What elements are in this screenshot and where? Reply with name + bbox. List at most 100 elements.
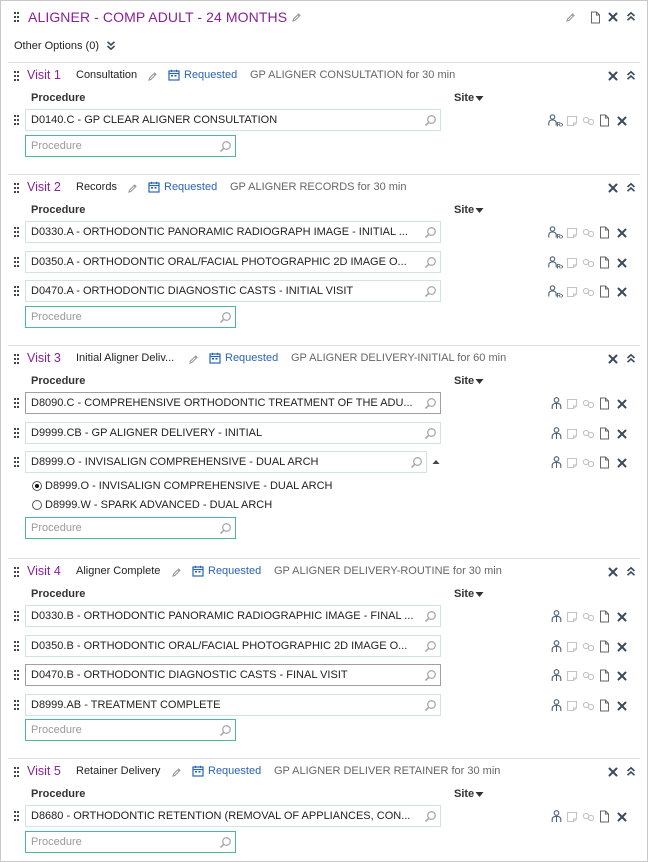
remove-procedure-close-icon[interactable] xyxy=(617,399,627,409)
remove-procedure-close-icon[interactable] xyxy=(617,671,627,681)
provider-person-icon[interactable] xyxy=(551,639,562,653)
add-procedure-input[interactable]: Procedure xyxy=(25,516,236,539)
site-sort-caret-icon[interactable] xyxy=(475,378,484,385)
add-procedure-input[interactable]: Procedure xyxy=(25,134,236,157)
provider-person-icon[interactable] xyxy=(551,810,562,823)
procedure-field[interactable]: D0330.B - ORTHODONTIC PANORAMIC RADIOGRA… xyxy=(25,605,441,627)
remove-procedure-close-icon[interactable] xyxy=(617,642,627,652)
remove-procedure-close-icon[interactable] xyxy=(617,458,627,468)
document-icon[interactable] xyxy=(599,226,610,239)
drag-handle-icon[interactable] xyxy=(14,611,19,621)
delete-visit-close-icon[interactable] xyxy=(608,71,618,81)
provider-rx-icon[interactable]: Rx xyxy=(548,285,563,298)
drag-handle-icon[interactable] xyxy=(14,115,19,125)
search-magnifier-icon[interactable] xyxy=(424,699,437,712)
visit-number[interactable]: Visit 4 xyxy=(27,564,61,578)
drag-handle-icon[interactable] xyxy=(14,457,19,467)
drag-handle-icon[interactable] xyxy=(14,670,19,680)
search-magnifier-icon[interactable] xyxy=(410,456,423,469)
drag-handle-icon[interactable] xyxy=(14,699,19,710)
drag-handle-icon[interactable] xyxy=(14,811,19,821)
site-column-label[interactable]: Site xyxy=(454,788,474,800)
document-icon[interactable] xyxy=(599,610,610,623)
edit-visit-pencil-icon[interactable] xyxy=(126,182,138,194)
calendar-icon[interactable] xyxy=(192,765,204,777)
remove-procedure-close-icon[interactable] xyxy=(617,228,627,238)
procedure-field[interactable]: D0330.A - ORTHODONTIC PANORAMIC RADIOGRA… xyxy=(25,221,441,243)
collapse-plan-icon[interactable] xyxy=(626,11,636,22)
site-column-label[interactable]: Site xyxy=(454,204,474,216)
remove-procedure-close-icon[interactable] xyxy=(617,258,627,268)
procedure-field[interactable]: D9999.CB - GP ALIGNER DELIVERY - INITIAL xyxy=(25,421,441,444)
edit-plan-pencil-icon[interactable] xyxy=(564,11,576,23)
remove-procedure-close-icon[interactable] xyxy=(617,612,627,622)
other-options-toggle[interactable]: Other Options (0) xyxy=(14,40,99,52)
procedure-field[interactable]: D8999.O - INVISALIGN COMPREHENSIVE - DUA… xyxy=(25,451,427,473)
search-magnifier-icon[interactable] xyxy=(424,397,437,410)
visit-status-requested[interactable]: Requested xyxy=(184,69,237,81)
drag-handle-icon[interactable] xyxy=(14,640,19,651)
add-procedure-input[interactable]: Procedure xyxy=(25,305,236,328)
site-sort-caret-icon[interactable] xyxy=(475,207,484,214)
drag-handle-icon[interactable] xyxy=(14,567,19,577)
collapse-options-caret-icon[interactable] xyxy=(432,459,440,465)
site-sort-caret-icon[interactable] xyxy=(475,791,484,798)
site-column-label[interactable]: Site xyxy=(454,375,474,387)
document-icon[interactable] xyxy=(599,699,610,712)
visit-status-requested[interactable]: Requested xyxy=(208,765,261,777)
collapse-visit-icon[interactable] xyxy=(626,766,636,777)
drag-handle-icon[interactable] xyxy=(14,12,19,22)
collapse-visit-icon[interactable] xyxy=(626,70,636,81)
search-magnifier-icon[interactable] xyxy=(424,669,437,682)
drag-handle-icon[interactable] xyxy=(14,227,19,237)
drag-handle-icon[interactable] xyxy=(14,71,19,81)
document-icon[interactable] xyxy=(599,427,610,440)
add-procedure-input[interactable]: Procedure xyxy=(25,719,236,741)
search-magnifier-icon[interactable] xyxy=(424,256,437,269)
option-radio[interactable] xyxy=(32,499,42,510)
search-magnifier-icon[interactable] xyxy=(424,285,437,298)
drag-handle-icon[interactable] xyxy=(14,354,19,364)
remove-procedure-close-icon[interactable] xyxy=(617,429,627,439)
visit-status-requested[interactable]: Requested xyxy=(208,565,261,577)
drag-handle-icon[interactable] xyxy=(14,398,19,408)
calendar-icon[interactable] xyxy=(168,69,180,81)
remove-procedure-close-icon[interactable] xyxy=(617,812,627,822)
provider-person-icon[interactable] xyxy=(551,456,562,469)
procedure-option[interactable]: D8999.W - SPARK ADVANCED - DUAL ARCH xyxy=(32,499,272,511)
drag-handle-icon[interactable] xyxy=(14,767,19,777)
site-sort-caret-icon[interactable] xyxy=(475,591,484,598)
site-column-label[interactable]: Site xyxy=(454,92,474,104)
document-icon[interactable] xyxy=(599,669,610,682)
search-magnifier-icon[interactable] xyxy=(424,640,437,653)
procedure-field[interactable]: D8680 - ORTHODONTIC RETENTION (REMOVAL O… xyxy=(25,805,441,827)
provider-rx-icon[interactable]: Rx xyxy=(548,226,563,239)
search-magnifier-icon[interactable] xyxy=(219,724,232,737)
procedure-option[interactable]: D8999.O - INVISALIGN COMPREHENSIVE - DUA… xyxy=(32,480,333,492)
remove-procedure-close-icon[interactable] xyxy=(617,116,627,126)
delete-plan-close-icon[interactable] xyxy=(608,12,618,22)
remove-procedure-close-icon[interactable] xyxy=(617,701,627,711)
calendar-icon[interactable] xyxy=(209,352,221,364)
provider-rx-icon[interactable]: Rx xyxy=(548,255,563,269)
provider-person-icon[interactable] xyxy=(551,610,562,623)
provider-person-icon[interactable] xyxy=(551,669,562,682)
document-icon[interactable] xyxy=(599,285,610,298)
remove-procedure-close-icon[interactable] xyxy=(617,287,627,297)
calendar-icon[interactable] xyxy=(148,181,160,193)
edit-visit-pencil-icon[interactable] xyxy=(170,766,182,778)
visit-number[interactable]: Visit 3 xyxy=(27,351,61,365)
edit-visit-pencil-icon[interactable] xyxy=(187,353,199,365)
drag-handle-icon[interactable] xyxy=(14,427,19,438)
procedure-field[interactable]: D0470.A - ORTHODONTIC DIAGNOSTIC CASTS -… xyxy=(25,280,441,302)
provider-person-icon[interactable] xyxy=(551,426,562,440)
provider-rx-icon[interactable]: Rx xyxy=(548,114,563,127)
visit-number[interactable]: Visit 2 xyxy=(27,180,61,194)
edit-visit-pencil-icon[interactable] xyxy=(146,70,158,82)
visit-number[interactable]: Visit 5 xyxy=(27,764,61,778)
procedure-field[interactable]: D0350.B - ORTHODONTIC ORAL/FACIAL PHOTOG… xyxy=(25,634,441,657)
procedure-field[interactable]: D0140.C - GP CLEAR ALIGNER CONSULTATION xyxy=(25,109,441,131)
procedure-field[interactable]: D8090.C - COMPREHENSIVE ORTHODONTIC TREA… xyxy=(25,392,441,414)
document-icon[interactable] xyxy=(599,456,610,469)
search-magnifier-icon[interactable] xyxy=(219,311,232,324)
